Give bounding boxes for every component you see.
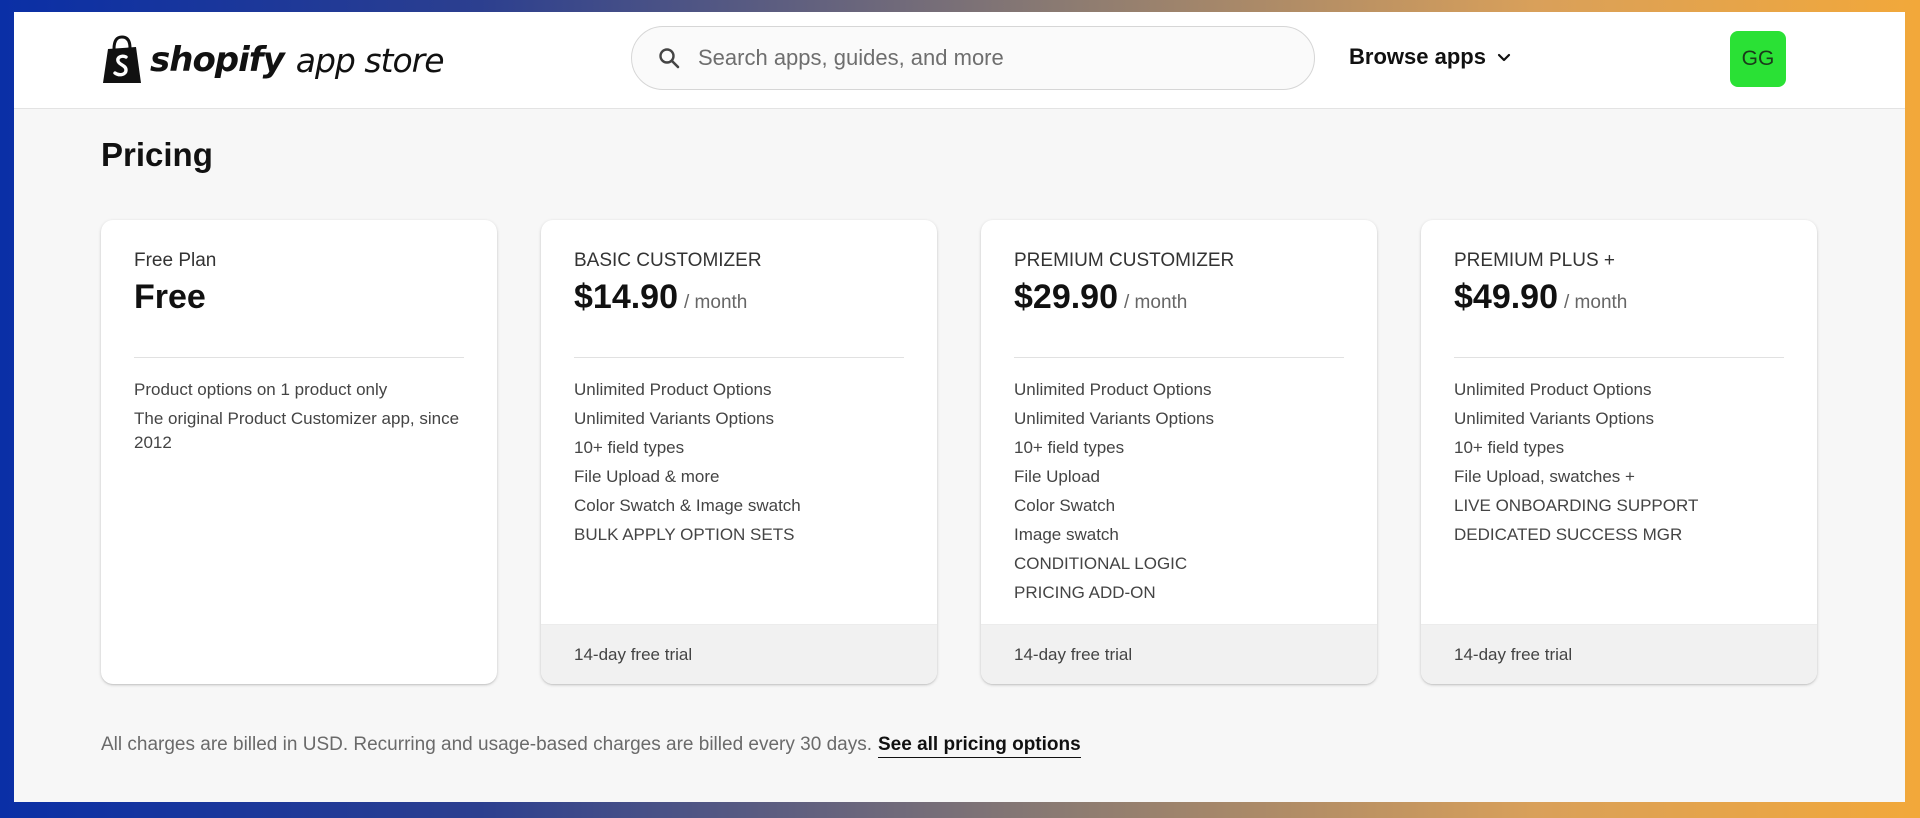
billing-footnote: All charges are billed in USD. Recurring… bbox=[101, 734, 1081, 758]
plan-divider bbox=[134, 357, 464, 358]
plan-feature: The original Product Customizer app, sin… bbox=[134, 409, 460, 452]
browse-apps-label: Browse apps bbox=[1349, 44, 1486, 69]
plan-period: / month bbox=[684, 292, 748, 313]
plan-trial-note: 14-day free trial bbox=[541, 624, 937, 684]
plan-card-free: Free Plan Free Product options on 1 prod… bbox=[101, 220, 497, 684]
plan-feature: Unlimited Product Options bbox=[1454, 380, 1652, 399]
plan-feature: PRICING ADD-ON bbox=[1014, 583, 1156, 602]
plan-amount: $49.90 bbox=[1454, 278, 1558, 316]
plan-features: Unlimited Product Options Unlimited Vari… bbox=[574, 378, 904, 552]
plan-feature: File Upload, swatches + bbox=[1454, 467, 1635, 486]
plan-card-basic: BASIC CUSTOMIZER $14.90 / month Unlimite… bbox=[541, 220, 937, 684]
plan-period: / month bbox=[1124, 292, 1188, 313]
plan-feature: File Upload bbox=[1014, 467, 1100, 486]
plan-card-premium: PREMIUM CUSTOMIZER $29.90 / month Unlimi… bbox=[981, 220, 1377, 684]
plan-price: Free bbox=[134, 278, 206, 317]
plan-features: Unlimited Product Options Unlimited Vari… bbox=[1454, 378, 1784, 552]
plan-feature: Unlimited Variants Options bbox=[1014, 409, 1214, 428]
billing-note-text: All charges are billed in USD. Recurring… bbox=[101, 734, 872, 755]
shopify-app-store-logo[interactable]: shopify app store bbox=[100, 32, 445, 88]
avatar-initials: GG bbox=[1741, 47, 1775, 70]
plan-period: / month bbox=[1564, 292, 1628, 313]
plan-feature: File Upload & more bbox=[574, 467, 720, 486]
plan-feature: Unlimited Variants Options bbox=[1454, 409, 1654, 428]
plan-feature: Color Swatch & Image swatch bbox=[574, 496, 801, 515]
plan-feature: DEDICATED SUCCESS MGR bbox=[1454, 525, 1683, 544]
plan-feature: 10+ field types bbox=[1014, 438, 1125, 457]
plan-divider bbox=[1454, 357, 1784, 358]
plan-card-premium-plus: PREMIUM PLUS + $49.90 / month Unlimited … bbox=[1421, 220, 1817, 684]
plan-feature: Unlimited Product Options bbox=[574, 380, 772, 399]
pricing-cards: Free Plan Free Product options on 1 prod… bbox=[101, 220, 1821, 684]
chevron-down-icon bbox=[1497, 53, 1511, 62]
plan-feature: Product options on 1 product only bbox=[134, 380, 388, 399]
plan-trial-note: 14-day free trial bbox=[981, 624, 1377, 684]
plan-amount: $29.90 bbox=[1014, 278, 1118, 316]
logo-sub-text: app store bbox=[295, 40, 445, 80]
plan-divider bbox=[1014, 357, 1344, 358]
plan-amount: $14.90 bbox=[574, 278, 678, 316]
browse-apps-menu[interactable]: Browse apps bbox=[1349, 42, 1512, 72]
see-all-pricing-link[interactable]: See all pricing options bbox=[877, 734, 1081, 758]
plan-price: $29.90 / month bbox=[1014, 278, 1187, 317]
plan-name: PREMIUM PLUS + bbox=[1454, 250, 1616, 271]
plan-divider bbox=[574, 357, 904, 358]
plan-name: Free Plan bbox=[134, 250, 217, 271]
plan-name: BASIC CUSTOMIZER bbox=[574, 250, 762, 271]
top-header: shopify app store Browse apps GG bbox=[14, 12, 1905, 109]
user-avatar[interactable]: GG bbox=[1730, 31, 1786, 87]
plan-feature: 10+ field types bbox=[574, 438, 685, 457]
search-input[interactable] bbox=[696, 44, 1260, 72]
plan-feature: 10+ field types bbox=[1454, 438, 1565, 457]
search-icon bbox=[659, 48, 680, 69]
plan-feature: CONDITIONAL LOGIC bbox=[1014, 554, 1188, 573]
plan-amount: Free bbox=[134, 278, 206, 316]
plan-feature: LIVE ONBOARDING SUPPORT bbox=[1454, 496, 1699, 515]
app-window: shopify app store Browse apps GG Pricing… bbox=[14, 12, 1905, 802]
logo-brand-text: shopify bbox=[150, 40, 285, 80]
plan-feature: BULK APPLY OPTION SETS bbox=[574, 525, 795, 544]
plan-name: PREMIUM CUSTOMIZER bbox=[1014, 250, 1235, 271]
plan-feature: Unlimited Product Options bbox=[1014, 380, 1212, 399]
plan-feature: Unlimited Variants Options bbox=[574, 409, 774, 428]
search-bar[interactable] bbox=[631, 26, 1315, 90]
plan-trial-note: 14-day free trial bbox=[1421, 624, 1817, 684]
shopify-bag-icon bbox=[103, 35, 141, 83]
pricing-title: Pricing bbox=[101, 136, 213, 173]
plan-features: Product options on 1 product only The or… bbox=[134, 378, 464, 460]
plan-feature: Image swatch bbox=[1014, 525, 1119, 544]
plan-feature: Color Swatch bbox=[1014, 496, 1116, 515]
plan-price: $14.90 / month bbox=[574, 278, 747, 317]
plan-features: Unlimited Product Options Unlimited Vari… bbox=[1014, 378, 1344, 610]
plan-price: $49.90 / month bbox=[1454, 278, 1627, 317]
